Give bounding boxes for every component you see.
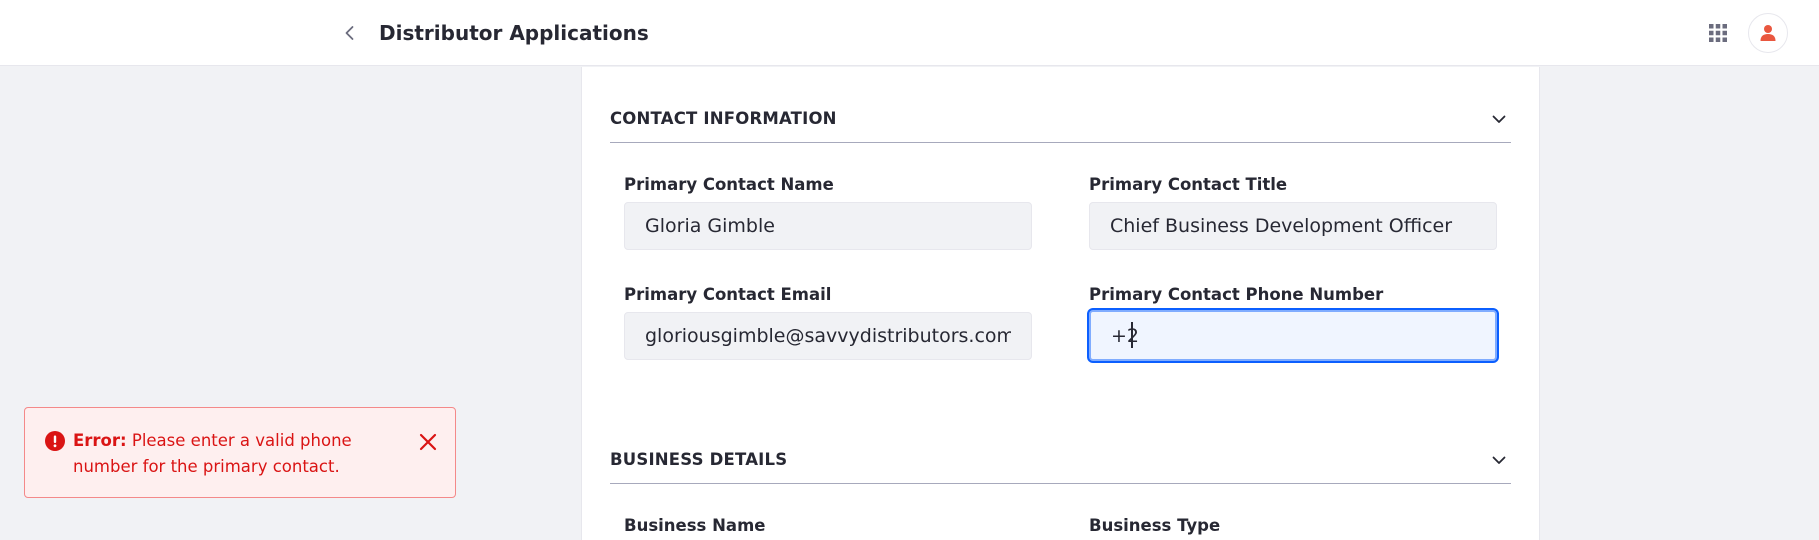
chevron-left-icon (345, 26, 354, 40)
section-title: BUSINESS DETAILS (610, 450, 788, 469)
error-prefix: Error: (73, 431, 127, 450)
text-caret (1131, 322, 1133, 348)
primary-contact-phone-input[interactable] (1089, 310, 1497, 361)
contact-information-section-toggle[interactable]: CONTACT INFORMATION (610, 87, 1511, 143)
primary-contact-email-input[interactable] (624, 312, 1032, 360)
user-icon (1760, 25, 1776, 41)
primary-contact-title-label: Primary Contact Title (1089, 175, 1288, 194)
business-type-label: Business Type (1089, 516, 1221, 535)
business-name-label: Business Name (624, 516, 766, 535)
top-bar: Distributor Applications (0, 0, 1819, 66)
chevron-down-icon (1487, 448, 1511, 472)
back-button[interactable] (336, 19, 364, 47)
page-title: Distributor Applications (379, 21, 649, 45)
grid-icon (1709, 24, 1727, 42)
section-title: CONTACT INFORMATION (610, 109, 837, 128)
error-toast: Error: Please enter a valid phone number… (24, 407, 456, 498)
exclamation-circle-icon (45, 431, 65, 451)
close-toast-button[interactable] (416, 430, 440, 454)
primary-contact-name-label: Primary Contact Name (624, 175, 834, 194)
error-message: Error: Please enter a valid phone number… (73, 428, 373, 480)
primary-contact-phone-label: Primary Contact Phone Number (1089, 285, 1384, 304)
user-avatar-button[interactable] (1748, 13, 1788, 53)
close-icon (419, 433, 437, 451)
form-panel: CONTACT INFORMATION Primary Contact Name… (581, 67, 1540, 540)
primary-contact-name-input[interactable] (624, 202, 1032, 250)
primary-contact-title-input[interactable] (1089, 202, 1497, 250)
applications-menu-button[interactable] (1704, 19, 1732, 47)
business-details-section-toggle[interactable]: BUSINESS DETAILS (610, 428, 1511, 484)
primary-contact-email-label: Primary Contact Email (624, 285, 832, 304)
chevron-down-icon (1487, 107, 1511, 131)
